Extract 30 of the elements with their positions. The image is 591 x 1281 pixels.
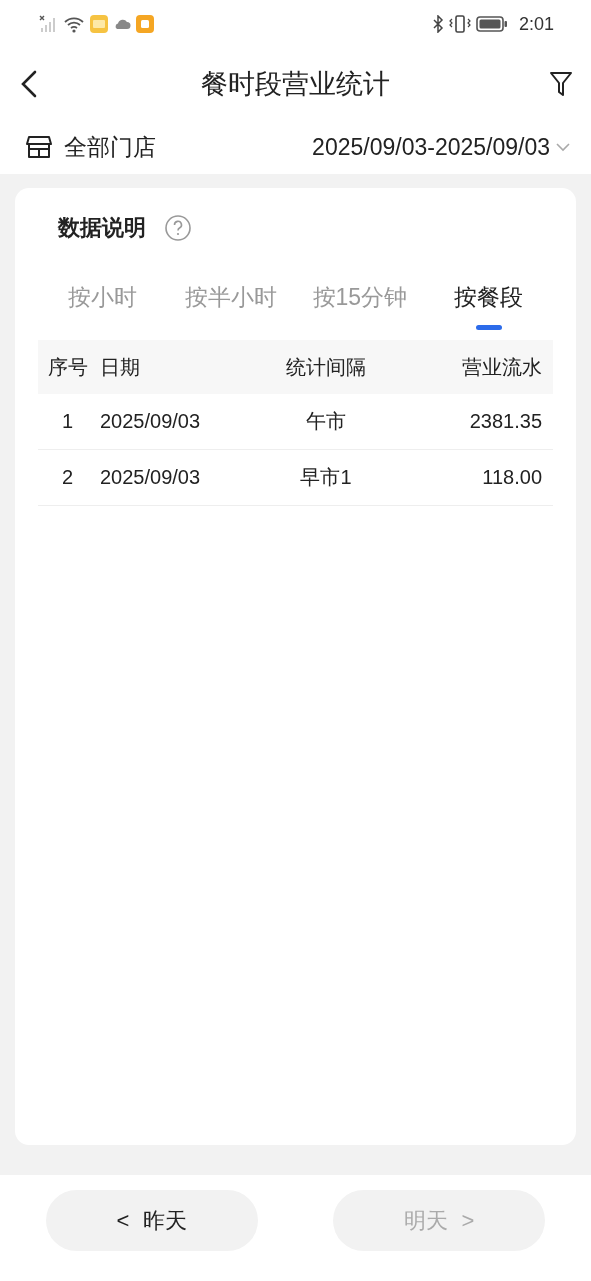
page-title: 餐时段营业统计 (201, 68, 390, 101)
app-icon (90, 15, 108, 33)
app-icon (136, 15, 154, 33)
status-time: 2:01 (518, 13, 554, 35)
table-cell-text: 早市1 (299, 465, 353, 490)
help-icon[interactable] (164, 214, 192, 242)
cloud-icon (113, 18, 131, 30)
filter-icon[interactable] (549, 70, 573, 98)
table-cell-text: 2381.35 (468, 410, 543, 433)
vibrate-icon (448, 15, 471, 33)
section-title: 数据说明 (58, 214, 146, 242)
bluetooth-icon (431, 15, 444, 33)
column-header: 序号 (47, 354, 89, 380)
column-header: 日期 (100, 354, 141, 380)
store-icon (26, 134, 52, 160)
store-selector[interactable]: 全部门店 (64, 131, 156, 163)
date-range[interactable]: 2025/09/03-2025/09/03 (312, 133, 550, 161)
table-cell-text: 118.00 (481, 466, 543, 489)
table-cell-text: 2025/09/03 (100, 466, 202, 489)
column-header: 统计间隔 (285, 354, 367, 380)
battery-icon (475, 16, 508, 32)
table-cell-text: 1 (61, 410, 75, 433)
tab[interactable]: 按餐段 (424, 276, 553, 338)
signal-icon (38, 15, 58, 33)
column-header: 营业流水 (461, 354, 543, 380)
previous-day-button[interactable]: < 昨天 (46, 1190, 258, 1251)
wifi-icon (63, 15, 85, 33)
table-cell-text: 午市 (305, 409, 347, 434)
table-cell-text: 2025/09/03 (100, 410, 202, 433)
table-cell-text: 2 (61, 466, 75, 489)
